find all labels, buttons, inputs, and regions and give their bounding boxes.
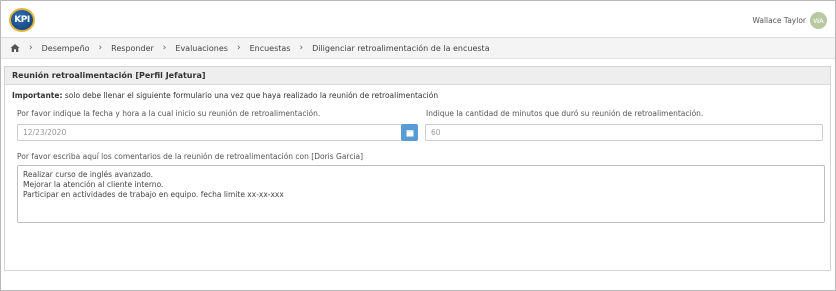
date-label: Por favor indique la fecha y hora a la c… <box>17 109 321 118</box>
calendar-icon <box>406 129 413 136</box>
user-name[interactable]: Wallace Taylor <box>752 16 806 25</box>
important-notice: Importante: solo debe llenar el siguient… <box>12 91 438 100</box>
comment-line: Realizar curso de inglés avanzado. <box>23 170 153 179</box>
chevron-right-icon: › <box>236 43 241 53</box>
breadcrumb-item-desempeno[interactable]: Desempeño <box>42 44 90 53</box>
panel-title: Reunión retroalimentación [Perfil Jefatu… <box>5 67 830 85</box>
comment-line: Mejorar la atención al cliente interno. <box>23 180 164 189</box>
breadcrumb-item-current: Diligenciar retroalimentación de la encu… <box>312 43 490 53</box>
chevron-right-icon: › <box>299 43 304 53</box>
calendar-button[interactable] <box>401 124 418 141</box>
breadcrumb-item-encuestas[interactable]: Encuestas <box>250 44 291 53</box>
comments-textarea[interactable]: Realizar curso de inglés avanzado. Mejor… <box>17 165 825 223</box>
chevron-right-icon: › <box>162 43 167 53</box>
top-header: KPI Wallace Taylor WA <box>1 1 835 38</box>
comments-label: Por favor escriba aquí los comentarios d… <box>17 152 364 161</box>
breadcrumb-item-responder[interactable]: Responder <box>111 44 154 53</box>
comment-line: Participar en actividades de trabajo en … <box>23 190 284 199</box>
feedback-panel: Reunión retroalimentación [Perfil Jefatu… <box>4 66 831 271</box>
minutes-label: Indique la cantidad de minutos que duró … <box>426 109 704 118</box>
chevron-right-icon: › <box>98 43 103 53</box>
avatar[interactable]: WA <box>810 12 827 29</box>
notice-strong: Importante: <box>12 91 63 100</box>
kpi-logo[interactable]: KPI <box>9 8 35 32</box>
date-field[interactable]: 12/23/2020 <box>17 124 402 141</box>
minutes-field[interactable]: 60 <box>425 124 823 141</box>
breadcrumb: › Desempeño › Responder › Evaluaciones ›… <box>1 38 835 59</box>
user-menu[interactable]: Wallace Taylor WA <box>752 12 827 29</box>
breadcrumb-item-evaluaciones[interactable]: Evaluaciones <box>175 44 228 53</box>
home-icon[interactable] <box>10 43 20 53</box>
notice-text: solo debe llenar el siguiente formulario… <box>62 91 439 100</box>
chevron-right-icon: › <box>29 43 33 53</box>
logo-text: KPI <box>14 15 30 25</box>
